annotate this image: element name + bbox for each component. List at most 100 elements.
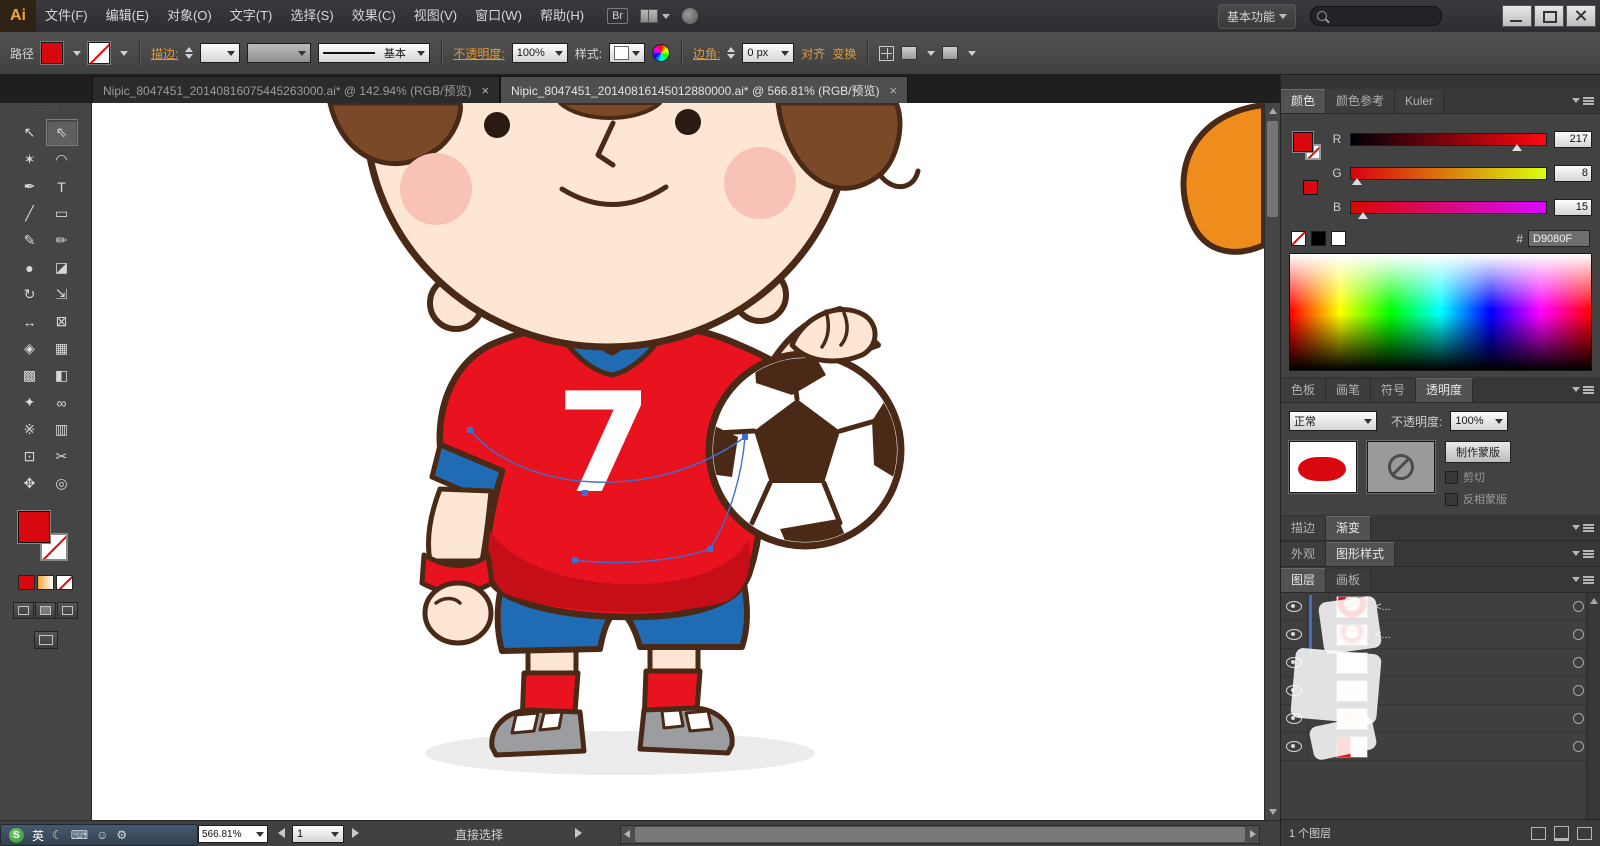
draw-inside-mode-button[interactable]	[57, 602, 78, 619]
green-value[interactable]: 8	[1554, 164, 1592, 182]
settings-gear-icon[interactable]: ⚙	[116, 828, 127, 842]
fill-swatch[interactable]	[17, 511, 50, 543]
stroke-weight-combo[interactable]	[200, 43, 241, 63]
orange-shape[interactable]	[1180, 103, 1264, 255]
stroke-color-swatch[interactable]	[88, 42, 111, 64]
color-spectrum[interactable]	[1289, 253, 1592, 371]
new-layer-icon[interactable]	[1554, 825, 1569, 841]
chevron-down-icon[interactable]	[120, 50, 129, 56]
ime-language-label[interactable]: 英	[32, 827, 44, 844]
menu-effect[interactable]: 效果(C)	[343, 0, 405, 32]
brush-definition-combo[interactable]: 基本	[318, 43, 431, 63]
canvas[interactable]: 7	[92, 103, 1280, 820]
fill-color-swatch[interactable]	[41, 42, 64, 64]
none-button[interactable]	[56, 575, 73, 590]
scroll-up-icon[interactable]	[1590, 598, 1598, 604]
style-combo[interactable]	[609, 43, 646, 63]
blend-tool[interactable]: ∞	[46, 389, 78, 416]
stroke-weight-label[interactable]: 描边:	[151, 45, 178, 62]
target-icon[interactable]	[1573, 657, 1584, 668]
paintbrush-tool[interactable]: ✎	[14, 227, 46, 254]
visibility-eye-icon[interactable]	[1286, 741, 1302, 752]
left-arm[interactable]	[419, 486, 495, 646]
fill-stroke-indicator[interactable]	[1289, 122, 1331, 226]
visibility-eye-icon[interactable]	[1286, 629, 1302, 640]
layers-scrollbar[interactable]	[1586, 593, 1600, 819]
restore-button[interactable]	[1534, 5, 1564, 27]
scroll-right-icon[interactable]	[1250, 830, 1256, 838]
close-tab-icon[interactable]: ×	[481, 83, 489, 98]
menu-file[interactable]: 文件(F)	[36, 0, 97, 32]
corner-label[interactable]: 边角:	[693, 45, 720, 62]
opacity-combo[interactable]: 100%	[1450, 411, 1509, 431]
target-icon[interactable]	[1573, 629, 1584, 640]
rotate-tool[interactable]: ↻	[14, 281, 46, 308]
checkbox-icon[interactable]	[1445, 492, 1458, 506]
menu-window[interactable]: 窗口(W)	[466, 0, 531, 32]
scroll-left-icon[interactable]	[624, 830, 630, 838]
slider-thumb[interactable]	[1511, 143, 1522, 151]
search-box[interactable]	[1310, 6, 1442, 26]
blob-brush-tool[interactable]: ●	[14, 254, 46, 281]
fill-indicator[interactable]	[1293, 132, 1313, 152]
menu-edit[interactable]: 编辑(E)	[97, 0, 158, 32]
slider-thumb[interactable]	[1351, 177, 1362, 185]
next-artboard-icon[interactable]	[352, 828, 359, 838]
mesh-tool[interactable]: ▩	[14, 362, 46, 389]
tab-symbols[interactable]: 符号	[1371, 379, 1417, 402]
recolor-artwork-icon[interactable]	[652, 44, 671, 62]
menu-help[interactable]: 帮助(H)	[531, 0, 593, 32]
color-button[interactable]	[18, 575, 35, 590]
rectangle-tool[interactable]: ▭	[46, 200, 78, 227]
delete-layer-icon[interactable]	[1577, 826, 1592, 840]
target-icon[interactable]	[1573, 601, 1584, 612]
opacity-label[interactable]: 不透明度:	[453, 45, 504, 62]
column-graph-tool[interactable]: ▥	[46, 416, 78, 443]
gradient-tool[interactable]: ◧	[46, 362, 78, 389]
panel-menu-icon[interactable]	[1572, 548, 1594, 559]
invert-mask-checkbox[interactable]: 反相蒙版	[1445, 491, 1511, 507]
object-thumbnail[interactable]	[1289, 441, 1357, 493]
tab-swatches[interactable]: 色板	[1281, 379, 1327, 402]
visibility-eye-icon[interactable]	[1286, 601, 1302, 612]
previous-artboard-icon[interactable]	[278, 828, 285, 838]
artwork[interactable]: 7	[92, 103, 1264, 820]
corner-combo[interactable]: 0 px	[742, 43, 795, 63]
tab-layers[interactable]: 图层	[1281, 568, 1327, 592]
red-value[interactable]: 217	[1554, 130, 1592, 148]
target-icon[interactable]	[1573, 685, 1584, 696]
cs-live-icon[interactable]	[682, 8, 699, 24]
symbol-sprayer-tool[interactable]: ※	[14, 416, 46, 443]
tab-color[interactable]: 颜色	[1281, 89, 1327, 113]
tab-color-guide[interactable]: 颜色参考	[1326, 90, 1396, 113]
bridge-button[interactable]: Br	[607, 8, 629, 24]
pencil-tool[interactable]: ✏	[46, 227, 78, 254]
shape-options-icon[interactable]	[901, 46, 918, 60]
width-tool[interactable]: ↔	[14, 308, 46, 335]
free-transform-tool[interactable]: ⊠	[46, 308, 78, 335]
slider-thumb[interactable]	[1357, 211, 1368, 219]
search-input[interactable]	[1327, 9, 1435, 23]
target-icon[interactable]	[1573, 713, 1584, 724]
perspective-grid-tool[interactable]: ▦	[46, 335, 78, 362]
opacity-combo[interactable]: 100%	[511, 43, 568, 63]
pen-tool[interactable]: ✒	[14, 173, 46, 200]
panel-menu-icon[interactable]	[1572, 574, 1594, 585]
tab-appearance[interactable]: 外观	[1281, 543, 1327, 566]
blue-slider[interactable]	[1350, 200, 1547, 219]
panel-grip[interactable]: ::::::::	[0, 103, 91, 115]
stroke-weight-stepper[interactable]	[185, 47, 194, 59]
scrollbar-thumb[interactable]	[1267, 121, 1278, 217]
menu-select[interactable]: 选择(S)	[281, 0, 342, 32]
draw-behind-mode-button[interactable]	[35, 602, 56, 619]
lasso-tool[interactable]: ◠	[46, 146, 78, 173]
corner-stepper[interactable]	[727, 47, 736, 59]
magic-wand-tool[interactable]: ✶	[14, 146, 46, 173]
menu-object[interactable]: 对象(O)	[158, 0, 221, 32]
selection-tool[interactable]: ↖	[14, 119, 46, 146]
green-slider[interactable]	[1350, 166, 1547, 185]
align-link[interactable]: 对齐	[801, 45, 825, 62]
target-icon[interactable]	[1573, 741, 1584, 752]
eyedropper-tool[interactable]: ✦	[14, 389, 46, 416]
blue-value[interactable]: 15	[1554, 198, 1592, 216]
